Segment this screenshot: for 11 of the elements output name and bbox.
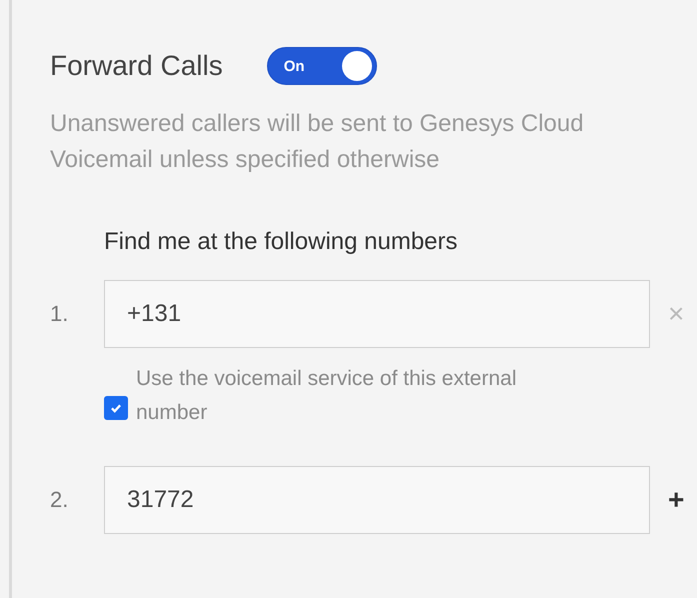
checkbox[interactable] xyxy=(104,396,128,420)
add-button[interactable]: + xyxy=(664,485,688,515)
checkbox-label: Use the voicemail service of this external number xyxy=(136,366,518,426)
numbers-heading: Find me at the following numbers xyxy=(104,228,459,256)
toggle-switch[interactable]: On xyxy=(266,47,377,85)
section-title: Forward Calls xyxy=(50,50,223,82)
list-number: 1. xyxy=(50,301,70,327)
description-text: Unanswered callers will be sent to Genesys Cloud Voicemail unless specified otherwise xyxy=(50,109,585,175)
list-number: 2. xyxy=(50,487,70,513)
phone-number-field[interactable]: +131 xyxy=(104,280,650,348)
phone-number-field[interactable]: 31772 xyxy=(104,466,650,534)
